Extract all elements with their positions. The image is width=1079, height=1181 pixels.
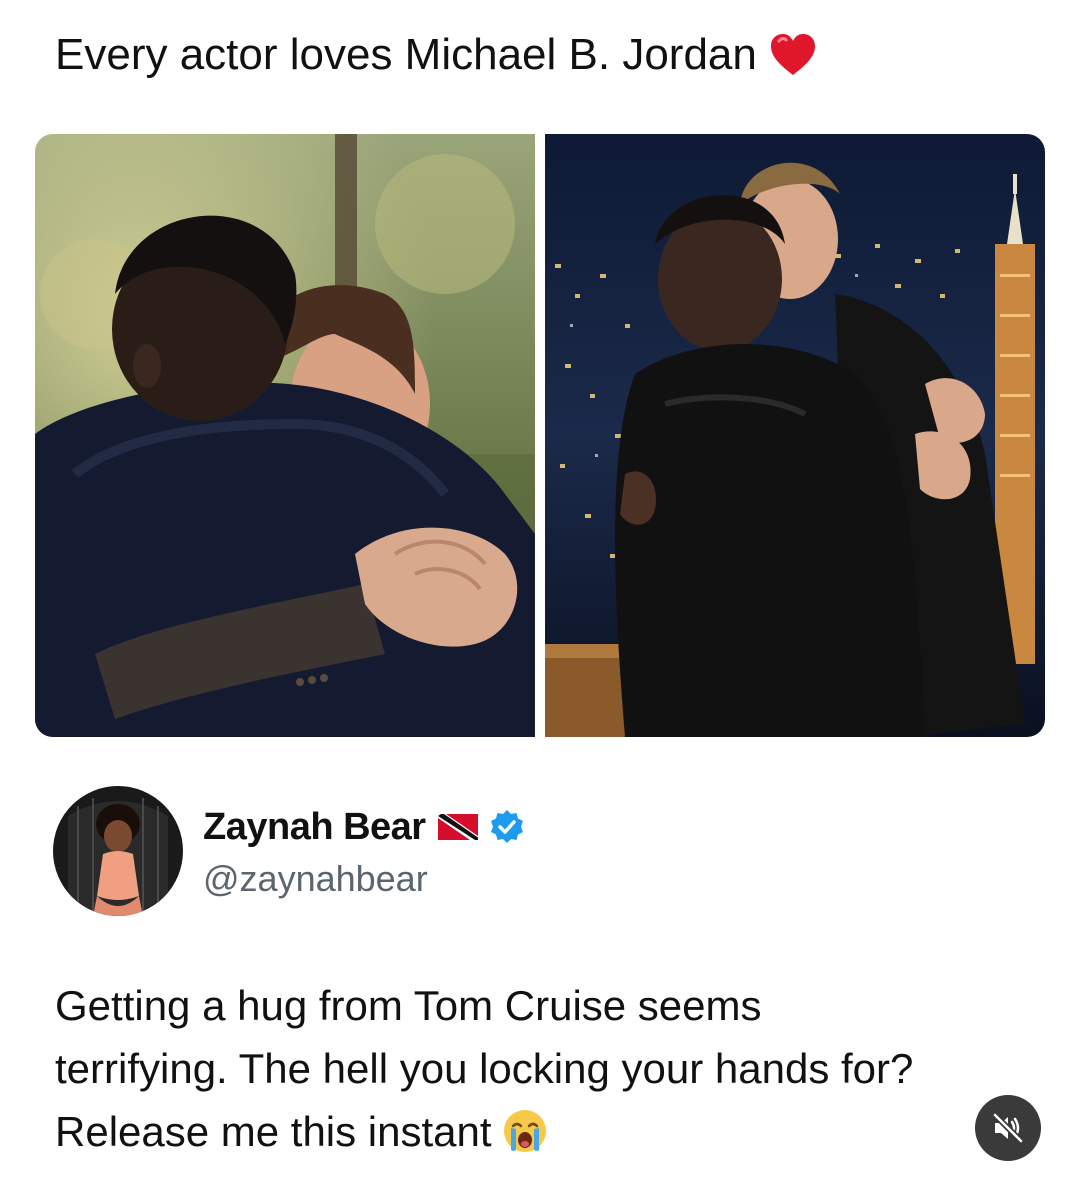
loudly-crying-face-icon [503,1110,546,1152]
photo-left[interactable] [35,134,535,737]
avatar-image [53,786,183,916]
post-caption: Every actor loves Michael B. Jordan [55,28,819,82]
tweet-line-3: Release me this instant [55,1108,492,1155]
tweet-line-2: terrifying. The hell you locking your ha… [55,1045,914,1092]
trinidad-flag-icon [437,814,478,840]
mute-button[interactable] [975,1095,1041,1161]
caption-text: Every actor loves Michael B. Jordan [55,30,757,79]
photo-collage[interactable] [35,134,1045,737]
tweet-line-1: Getting a hug from Tom Cruise seems [55,982,762,1029]
avatar[interactable] [53,786,183,916]
photo-hug-talkshow [545,134,1045,737]
tweet-author[interactable]: Zaynah Bear @zaynahbear [53,786,526,916]
heart-icon [770,34,815,75]
name-row: Zaynah Bear [203,802,526,852]
tweet-text: Getting a hug from Tom Cruise seems terr… [55,974,1035,1163]
speaker-muted-icon [992,1112,1024,1144]
photo-hug-outdoor [35,134,535,737]
author-names: Zaynah Bear @zaynahbear [203,802,526,900]
photo-right[interactable] [545,134,1045,737]
tweet-line-3-wrap: Release me this instant [55,1100,1035,1163]
handle[interactable]: @zaynahbear [203,858,526,900]
display-name[interactable]: Zaynah Bear [203,806,426,849]
verified-badge-icon [490,810,523,843]
